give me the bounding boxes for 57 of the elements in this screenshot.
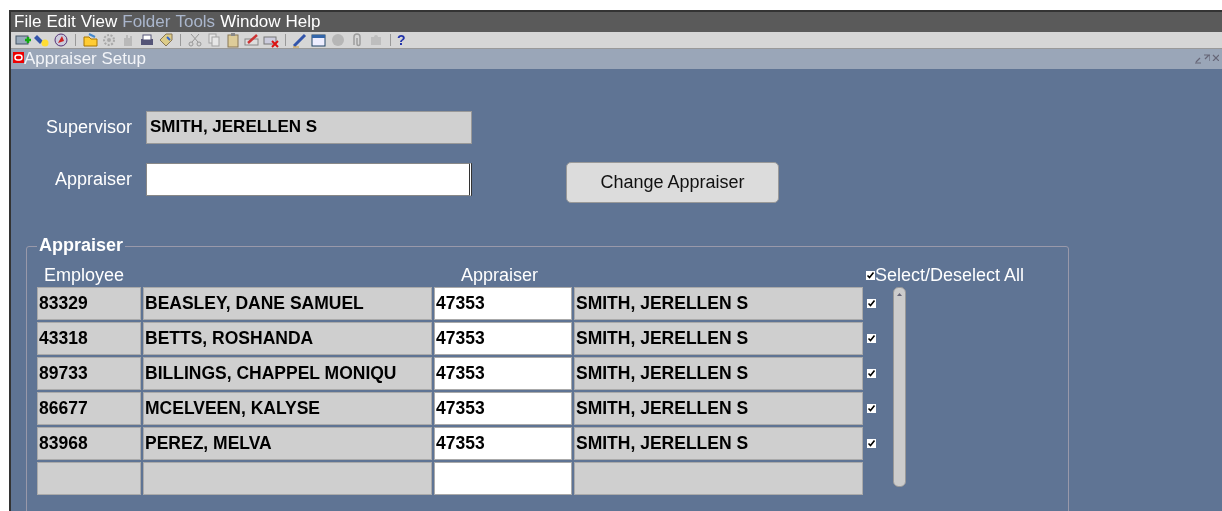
- field-label: Appraiser: [53, 168, 133, 190]
- change-appraiser-button[interactable]: Change Appraiser: [566, 161, 779, 203]
- pencil-icon[interactable]: [244, 32, 260, 48]
- close-icon[interactable]: [1212, 54, 1219, 61]
- table-cell: 83968: [37, 427, 141, 460]
- flashlight-icon[interactable]: [34, 32, 50, 48]
- table-cell: SMITH, JERELLEN S: [574, 287, 863, 320]
- checkbox[interactable]: [866, 334, 876, 343]
- table-cell: 86677: [37, 392, 141, 425]
- folder-icon[interactable]: [82, 32, 98, 48]
- checkbox-label: Select/Deselect All: [875, 264, 1025, 286]
- table-cell: BEASLEY, DANE SAMUEL: [143, 287, 432, 320]
- table-cell: MCELVEEN, KALYSE: [143, 392, 432, 425]
- checkbox[interactable]: [866, 439, 876, 448]
- checkbox[interactable]: [866, 270, 875, 280]
- clipboard-icon[interactable]: [225, 32, 241, 48]
- tag-icon[interactable]: [158, 32, 174, 48]
- table-cell: 89733: [37, 357, 141, 390]
- menu-item[interactable]: Help: [285, 12, 321, 32]
- appraiser-id-field[interactable]: 47353: [434, 322, 572, 355]
- help-button[interactable]: ?: [397, 32, 406, 48]
- pen-icon[interactable]: [292, 32, 308, 48]
- window-icon[interactable]: [311, 32, 327, 48]
- menu-item[interactable]: Window: [220, 12, 281, 32]
- maximize-icon[interactable]: [1203, 54, 1210, 61]
- appraiser-id-field[interactable]: 47353: [434, 427, 572, 460]
- oracle-icon: [13, 52, 24, 63]
- appraiser-field[interactable]: [146, 162, 472, 196]
- column-header: Appraiser: [460, 264, 540, 286]
- table-cell: SMITH, JERELLEN S: [574, 322, 863, 355]
- table-cell: SMITH, JERELLEN S: [574, 357, 863, 390]
- appraiser-id-field[interactable]: 47353: [434, 287, 572, 320]
- table-cell: SMITH, JERELLEN S: [574, 392, 863, 425]
- minimize-icon[interactable]: [1194, 57, 1201, 64]
- checkbox[interactable]: [866, 404, 876, 413]
- scrollbar[interactable]: [893, 287, 906, 487]
- field-label: Supervisor: [44, 116, 133, 138]
- table-cell: PEREZ, MELVA: [143, 427, 432, 460]
- window-title: Appraiser Setup: [24, 49, 147, 69]
- group-title: Appraiser: [37, 235, 126, 256]
- printer-icon[interactable]: [139, 32, 155, 48]
- appraiser-id-field[interactable]: 47353: [434, 357, 572, 390]
- checkbox[interactable]: [866, 369, 876, 378]
- menu-item[interactable]: Edit: [46, 12, 76, 32]
- add-record-icon[interactable]: [15, 32, 31, 48]
- table-cell: SMITH, JERELLEN S: [574, 427, 863, 460]
- column-header: Employee: [43, 264, 126, 286]
- table-cell: 43318: [37, 322, 141, 355]
- checkbox[interactable]: [866, 299, 876, 308]
- table-cell: 83329: [37, 287, 141, 320]
- appraiser-id-field[interactable]: 47353: [434, 392, 572, 425]
- supervisor-field: SMITH, JERELLEN S: [146, 110, 472, 144]
- table-cell: BETTS, ROSHANDA: [143, 322, 432, 355]
- menu-item[interactable]: View: [80, 12, 118, 32]
- table-cell: BILLINGS, CHAPPEL MONIQU: [143, 357, 432, 390]
- compass-icon[interactable]: [53, 32, 69, 48]
- menu-item[interactable]: File: [14, 12, 42, 32]
